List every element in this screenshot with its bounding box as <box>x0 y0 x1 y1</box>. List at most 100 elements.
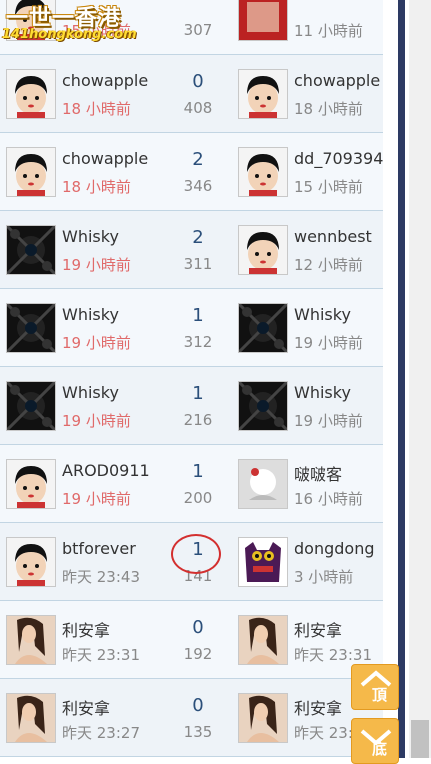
author-name[interactable]: btforever <box>62 539 168 558</box>
avatar[interactable] <box>6 459 56 509</box>
last-poster-name[interactable]: chowapple <box>294 71 383 90</box>
post-time: 19 小時前 <box>62 490 131 508</box>
avatar[interactable] <box>6 381 56 431</box>
reply-count: 0 <box>192 71 204 92</box>
avatar[interactable] <box>6 537 56 587</box>
last-poster-name[interactable]: dongdong <box>294 539 383 558</box>
view-count: 311 <box>183 255 213 273</box>
woman-photo-avatar <box>7 616 55 664</box>
white-flower-avatar <box>239 460 287 508</box>
last-poster-name[interactable]: dd_709394 <box>294 149 383 168</box>
author-name[interactable]: chowapple <box>62 149 168 168</box>
avatar[interactable] <box>238 615 288 665</box>
last-poster-name[interactable]: 啵啵客 <box>294 461 383 485</box>
thread-list: 15 小時前 307 11 小時前 chowapple 18 小時前 0 408… <box>0 0 383 757</box>
author-name[interactable]: 利安拿 <box>62 617 168 641</box>
default-avatar <box>239 226 287 274</box>
dark-pattern-avatar <box>239 382 287 430</box>
avatar[interactable] <box>238 693 288 743</box>
reply-count: 1 <box>192 539 204 560</box>
avatar[interactable] <box>6 147 56 197</box>
view-count: 312 <box>183 333 213 351</box>
author-name[interactable]: Whisky <box>62 305 168 324</box>
view-count: 141 <box>183 567 213 585</box>
last-poster-name[interactable]: wennbest <box>294 227 383 246</box>
post-time: 18 小時前 <box>62 178 131 196</box>
table-row: AROD0911 19 小時前 1 200 啵啵客 16 小時前 <box>0 445 383 523</box>
last-post-time: 昨天 23:31 <box>294 646 372 664</box>
reply-count: 0 <box>192 617 204 638</box>
scroll-top-label: 頂 <box>372 686 388 704</box>
site-logo[interactable]: 一世一香港 141hongkong.com <box>0 0 170 44</box>
avatar[interactable] <box>6 693 56 743</box>
avatar[interactable] <box>238 459 288 509</box>
avatar[interactable] <box>6 69 56 119</box>
view-count: 200 <box>183 489 213 507</box>
purple-monster-avatar <box>239 538 287 586</box>
default-avatar <box>7 70 55 118</box>
last-post-time: 12 小時前 <box>294 256 363 274</box>
last-poster-name[interactable]: 利安拿 <box>294 617 383 641</box>
table-row: btforever 昨天 23:43 1 141 dongdong 3 小時前 <box>0 523 383 601</box>
avatar[interactable] <box>238 0 288 41</box>
author-name[interactable]: Whisky <box>62 383 168 402</box>
default-avatar <box>239 148 287 196</box>
avatar[interactable] <box>6 615 56 665</box>
reply-count: 2 <box>192 149 204 170</box>
last-post-time: 19 小時前 <box>294 334 363 352</box>
table-row: chowapple 18 小時前 2 346 dd_709394 15 小時前 <box>0 133 383 211</box>
view-count: 192 <box>183 645 213 663</box>
avatar[interactable] <box>238 381 288 431</box>
avatar[interactable] <box>238 537 288 587</box>
author-name[interactable]: AROD0911 <box>62 461 168 480</box>
default-avatar <box>7 460 55 508</box>
last-post-time: 18 小時前 <box>294 100 363 118</box>
last-post-time: 19 小時前 <box>294 412 363 430</box>
view-count: 346 <box>183 177 213 195</box>
post-time: 19 小時前 <box>62 334 131 352</box>
red-photo-avatar <box>239 0 287 40</box>
author-name[interactable]: 利安拿 <box>62 695 168 719</box>
reply-count: 1 <box>192 383 204 404</box>
dark-pattern-avatar <box>239 304 287 352</box>
woman-photo-avatar <box>239 616 287 664</box>
post-time: 昨天 23:43 <box>62 568 140 586</box>
post-time: 昨天 23:27 <box>62 724 140 742</box>
avatar[interactable] <box>238 147 288 197</box>
avatar[interactable] <box>238 225 288 275</box>
scroll-top-button[interactable]: 頂 <box>351 664 399 710</box>
table-row: chowapple 18 小時前 0 408 chowapple 18 小時前 <box>0 55 383 133</box>
post-time: 19 小時前 <box>62 412 131 430</box>
table-row: Whisky 19 小時前 2 311 wennbest 12 小時前 <box>0 211 383 289</box>
avatar[interactable] <box>238 69 288 119</box>
last-poster-name[interactable]: Whisky <box>294 383 383 402</box>
last-post-time: 11 小時前 <box>294 22 363 40</box>
dark-pattern-avatar <box>7 382 55 430</box>
scrollbar[interactable] <box>409 0 431 758</box>
author-name[interactable]: Whisky <box>62 227 168 246</box>
table-row: 利安拿 昨天 23:27 0 135 利安拿 昨天 23:27 <box>0 679 383 757</box>
view-count: 408 <box>183 99 213 117</box>
scrollbar-thumb[interactable] <box>411 720 429 758</box>
reply-count: 1 <box>192 461 204 482</box>
woman-photo-avatar <box>7 694 55 742</box>
last-post-time: 15 小時前 <box>294 178 363 196</box>
scroll-bottom-button[interactable]: 底 <box>351 718 399 764</box>
avatar[interactable] <box>238 303 288 353</box>
post-time: 19 小時前 <box>62 256 131 274</box>
author-name[interactable]: chowapple <box>62 71 168 90</box>
dark-pattern-avatar <box>7 226 55 274</box>
table-row: Whisky 19 小時前 1 312 Whisky 19 小時前 <box>0 289 383 367</box>
reply-count: 1 <box>192 305 204 326</box>
last-poster-name[interactable]: Whisky <box>294 305 383 324</box>
woman-photo-avatar <box>239 694 287 742</box>
table-row: Whisky 19 小時前 1 216 Whisky 19 小時前 <box>0 367 383 445</box>
reply-count: 2 <box>192 227 204 248</box>
view-count: 216 <box>183 411 213 429</box>
avatar[interactable] <box>6 225 56 275</box>
table-row: 利安拿 昨天 23:31 0 192 利安拿 昨天 23:31 <box>0 601 383 679</box>
view-count: 307 <box>183 21 213 39</box>
page-border <box>398 0 405 758</box>
avatar[interactable] <box>6 303 56 353</box>
post-time: 昨天 23:31 <box>62 646 140 664</box>
